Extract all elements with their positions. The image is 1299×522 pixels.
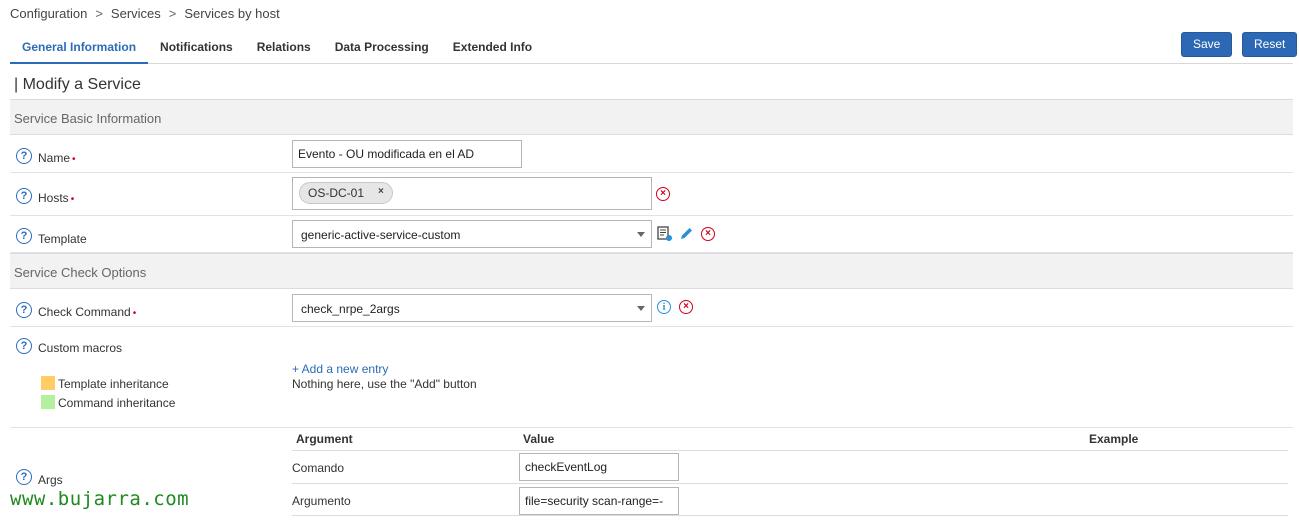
- question-circle-icon[interactable]: ?: [16, 228, 32, 244]
- add-new-entry-link[interactable]: + Add a new entry: [292, 362, 388, 376]
- required-mark: •: [132, 308, 137, 319]
- table-row: Comando checkEventLog: [292, 450, 1288, 483]
- info-circle-icon[interactable]: i: [657, 300, 671, 314]
- check-command-select[interactable]: check_nrpe_2args: [292, 294, 652, 322]
- question-circle-icon[interactable]: ?: [16, 338, 32, 354]
- custom-macros-label: ? Custom macros: [16, 337, 122, 355]
- check-command-label: ? Check Command •: [16, 300, 136, 319]
- custom-macros-row: ? Custom macros Template inheritance Com…: [10, 327, 1293, 428]
- hosts-label-text: Hosts: [38, 191, 69, 205]
- column-header-value: Value: [523, 432, 555, 446]
- breadcrumb-item-services[interactable]: Services: [111, 6, 161, 21]
- column-header-argument: Argument: [296, 432, 353, 446]
- template-select-value: generic-active-service-custom: [301, 228, 461, 242]
- page-title: | Modify a Service: [14, 76, 141, 93]
- template-select[interactable]: generic-active-service-custom: [292, 220, 652, 248]
- watermark: www.bujarra.com: [10, 488, 190, 510]
- template-label-text: Template: [38, 232, 87, 246]
- breadcrumb-separator: >: [95, 6, 103, 21]
- template-label: ? Template: [16, 226, 87, 246]
- section-header-basic: Service Basic Information: [10, 99, 1293, 135]
- template-row: ? Template generic-active-service-custom…: [10, 216, 1293, 253]
- breadcrumb: Configuration > Services > Services by h…: [10, 6, 280, 21]
- breadcrumb-separator: >: [168, 6, 177, 21]
- arg-value-input[interactable]: file=security scan-range=-: [519, 487, 679, 515]
- args-label-text: Args: [38, 473, 63, 487]
- check-command-select-value: check_nrpe_2args: [301, 302, 400, 316]
- question-circle-icon[interactable]: ?: [16, 148, 32, 164]
- host-chip-label: OS-DC-01: [308, 186, 365, 200]
- custom-macros-empty-text: Nothing here, use the "Add" button: [292, 377, 477, 391]
- tab-data-processing[interactable]: Data Processing: [323, 34, 441, 64]
- host-chip: OS-DC-01 ×: [299, 182, 393, 204]
- save-button[interactable]: Save: [1181, 32, 1233, 57]
- custom-macros-label-text: Custom macros: [38, 341, 123, 355]
- breadcrumb-item-configuration[interactable]: Configuration: [10, 6, 87, 21]
- question-circle-icon[interactable]: ?: [16, 188, 32, 204]
- circle-x-icon[interactable]: ×: [679, 300, 693, 314]
- check-command-label-text: Check Command: [38, 305, 131, 319]
- reset-button[interactable]: Reset: [1242, 32, 1298, 57]
- arg-name: Comando: [292, 461, 345, 475]
- hosts-row: ? Hosts • OS-DC-01 × ×: [10, 173, 1293, 216]
- name-label-text: Name: [38, 151, 71, 165]
- name-label: ? Name •: [16, 147, 76, 165]
- circle-x-icon[interactable]: ×: [701, 227, 715, 241]
- document-view-icon[interactable]: [657, 226, 673, 242]
- tab-relations[interactable]: Relations: [245, 34, 323, 64]
- pencil-icon[interactable]: [679, 226, 694, 241]
- question-circle-icon[interactable]: ?: [16, 301, 32, 318]
- arg-value-input[interactable]: checkEventLog: [519, 453, 679, 481]
- column-header-example: Example: [1089, 432, 1139, 446]
- legend-template-inheritance: Template inheritance: [41, 376, 169, 391]
- chip-remove-icon[interactable]: ×: [378, 186, 384, 203]
- breadcrumb-item-services-by-host[interactable]: Services by host: [184, 6, 279, 21]
- args-label: ? Args: [16, 467, 63, 487]
- table-row: Argumento file=security scan-range=-: [292, 483, 1288, 516]
- name-input[interactable]: Evento - OU modificada en el AD: [292, 140, 522, 168]
- legend-command-inheritance: Command inheritance: [41, 395, 175, 410]
- chevron-down-icon: [637, 306, 645, 311]
- tab-notifications[interactable]: Notifications: [148, 34, 245, 64]
- circle-x-icon[interactable]: ×: [656, 187, 670, 201]
- tab-extended-info[interactable]: Extended Info: [441, 34, 544, 64]
- required-mark: •: [72, 154, 76, 165]
- check-command-row: ? Check Command • check_nrpe_2args i ×: [10, 289, 1293, 327]
- tab-bar: General Information Notifications Relati…: [10, 34, 1293, 64]
- question-circle-icon[interactable]: ?: [16, 469, 32, 485]
- section-header-check: Service Check Options: [10, 253, 1293, 289]
- hosts-label: ? Hosts •: [16, 187, 74, 205]
- tab-general-information[interactable]: General Information: [10, 34, 149, 64]
- arg-name: Argumento: [292, 494, 351, 508]
- chevron-down-icon: [637, 232, 645, 237]
- legend-swatch-template: [41, 376, 55, 390]
- hosts-multiselect[interactable]: OS-DC-01 ×: [292, 177, 652, 210]
- legend-swatch-command: [41, 395, 55, 409]
- name-row: ? Name • Evento - OU modificada en el AD: [10, 135, 1293, 173]
- required-mark: •: [70, 194, 75, 205]
